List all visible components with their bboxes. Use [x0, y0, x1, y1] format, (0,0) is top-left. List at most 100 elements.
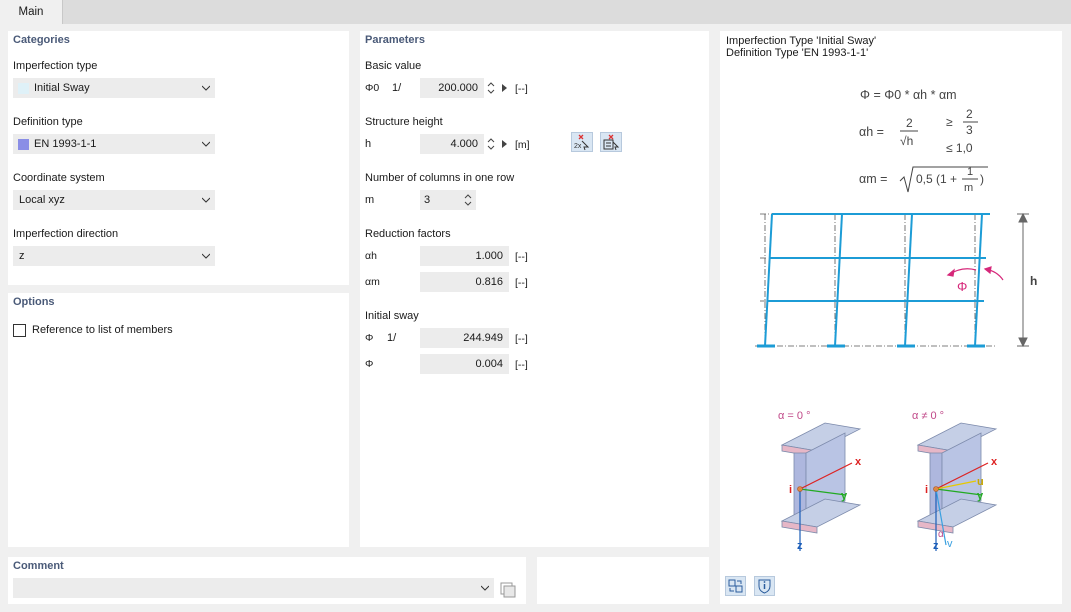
pick-from-model-button[interactable]: [600, 132, 622, 152]
phi-field: 0.004: [420, 354, 509, 374]
copy-icon: [500, 582, 516, 598]
alpha-h-symbol: αh: [365, 250, 377, 262]
structure-height-label: Structure height: [365, 116, 443, 128]
frame-diagram: Φ h: [755, 212, 1037, 348]
diagram-h: h: [1030, 274, 1037, 288]
reference-list-label[interactable]: Reference to list of members: [32, 324, 173, 336]
beam1-axis-x: x: [855, 456, 862, 468]
svg-text:2x: 2x: [574, 143, 582, 150]
formula-ah-num: 2: [906, 116, 913, 130]
columns-input[interactable]: 3: [420, 190, 476, 210]
phi-inv-symbol: Φ: [365, 332, 374, 344]
info-shield-icon: [758, 579, 771, 594]
tab-main[interactable]: Main: [0, 0, 63, 24]
swap-graphic-button[interactable]: [725, 576, 746, 596]
basic-value-label: Basic value: [365, 60, 422, 72]
reference-list-checkbox[interactable]: [13, 324, 26, 337]
alpha-m-field: 0.816: [420, 272, 509, 292]
coordinate-system-value: Local xyz: [19, 194, 65, 206]
structure-height-unit: [m]: [515, 139, 530, 151]
formula-am-lhs: αm =: [859, 172, 887, 186]
structure-height-input[interactable]: 4.000: [420, 134, 484, 154]
h-symbol: h: [365, 138, 372, 150]
pick-model-icon: [603, 134, 620, 151]
beam2-title: α ≠ 0 °: [912, 410, 944, 422]
definition-swatch: [18, 139, 29, 150]
imperfection-type-label: Imperfection type: [13, 60, 98, 72]
beam-section-diagrams: α = 0 ° α ≠ 0 ° x y z i x y u z v α i: [778, 410, 998, 552]
initial-sway-label: Initial sway: [365, 310, 419, 322]
formula-am-num: 1: [967, 166, 973, 178]
categories-panel: Categories Imperfection type Initial Swa…: [8, 31, 349, 285]
categories-title: Categories: [13, 34, 70, 46]
alpha-h-unit: [--]: [515, 251, 528, 263]
imperfection-type-value: Initial Sway: [34, 82, 90, 94]
phi0-prefix: 1/: [392, 82, 402, 94]
info-type-line: Imperfection Type 'Initial Sway': [726, 35, 877, 47]
beam2-axis-z: z: [933, 540, 939, 552]
play-arrow-icon[interactable]: [502, 84, 507, 92]
info-panel: Imperfection Type 'Initial Sway' Definit…: [720, 31, 1062, 604]
columns-value: 3: [424, 194, 431, 206]
comment-side-panel: [537, 557, 709, 604]
phi-inv-field: 244.949: [420, 328, 509, 348]
pick-height-button[interactable]: 2x: [571, 132, 593, 152]
imperfection-direction-select[interactable]: z: [13, 246, 215, 266]
formula-ah-ge-den: 3: [966, 123, 973, 137]
chevron-down-icon: [202, 141, 210, 147]
basic-value-value: 200.000: [438, 82, 478, 94]
definition-type-label: Definition type: [13, 116, 83, 128]
alpha-m-value: 0.816: [475, 276, 503, 288]
m-symbol: m: [365, 194, 375, 206]
beam1-axis-y: y: [841, 490, 848, 502]
spin-updown-icon[interactable]: [487, 137, 495, 151]
phi-value: 0.004: [475, 358, 503, 370]
spin-updown-icon[interactable]: [487, 81, 495, 95]
formula-ah-lhs: αh =: [859, 125, 884, 139]
reduction-factors-label: Reduction factors: [365, 228, 451, 240]
chevron-down-icon[interactable]: [481, 584, 489, 592]
beam2-point-i: i: [925, 484, 928, 496]
options-title: Options: [13, 296, 55, 308]
phi-unit: [--]: [515, 359, 528, 371]
beam1-title: α = 0 °: [778, 410, 810, 422]
alpha-m-symbol: αm: [365, 276, 380, 288]
formula-ah-den: √h: [900, 134, 913, 148]
pick-two-points-icon: 2x: [574, 134, 590, 151]
phi-inv-prefix: 1/: [387, 332, 397, 344]
coordinate-system-label: Coordinate system: [13, 172, 105, 184]
columns-label: Number of columns in one row: [365, 172, 515, 184]
phi-symbol: Φ: [365, 358, 374, 370]
formula-am-den: m: [964, 182, 973, 194]
spin-updown-icon[interactable]: [464, 193, 472, 207]
beam1-point-i: i: [789, 484, 792, 496]
chevron-down-icon: [202, 197, 210, 203]
chevron-down-icon: [202, 253, 210, 259]
comment-input[interactable]: [13, 578, 494, 598]
imperfection-direction-value: z: [19, 250, 25, 262]
imperfection-type-select[interactable]: Initial Sway: [13, 78, 215, 98]
alpha-h-field: 1.000: [420, 246, 509, 266]
info-help-button[interactable]: [754, 576, 775, 596]
type-swatch: [18, 83, 29, 94]
tab-bar: Main: [0, 0, 1071, 24]
beam2-axis-u: u: [977, 476, 984, 488]
info-definition-line: Definition Type 'EN 1993-1-1': [726, 47, 869, 59]
play-arrow-icon[interactable]: [502, 140, 507, 148]
phi-inv-value: 244.949: [463, 332, 503, 344]
coordinate-system-select[interactable]: Local xyz: [13, 190, 215, 210]
basic-value-input[interactable]: 200.000: [420, 78, 484, 98]
comment-title: Comment: [13, 560, 64, 572]
formula-ah-le: ≤ 1,0: [946, 141, 973, 155]
definition-type-select[interactable]: EN 1993-1-1: [13, 134, 215, 154]
chevron-down-icon: [202, 85, 210, 91]
structure-height-value: 4.000: [450, 138, 478, 150]
beam1-axis-z: z: [797, 540, 803, 552]
beam2-axis-v: v: [947, 538, 953, 550]
formula-ah-ge: ≥: [946, 115, 953, 129]
comment-library-button[interactable]: [498, 579, 518, 598]
definition-type-value: EN 1993-1-1: [34, 138, 97, 150]
parameters-title: Parameters: [365, 34, 425, 46]
formula-am-body: 0,5 (1 +: [916, 172, 957, 186]
phi0-symbol: Φ0: [365, 82, 380, 94]
